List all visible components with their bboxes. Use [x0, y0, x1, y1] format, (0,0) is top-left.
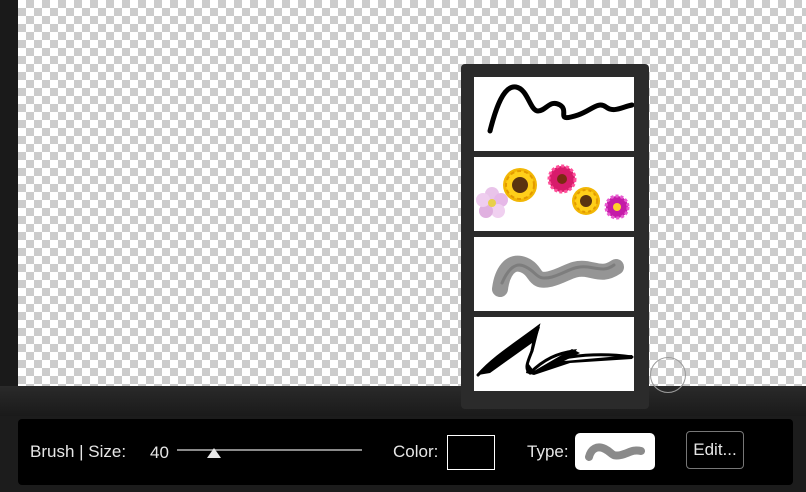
drawing-canvas[interactable] — [18, 0, 806, 386]
brush-size-value: 40 — [150, 443, 169, 462]
brush-cursor — [650, 357, 686, 393]
brush-type-picker — [461, 64, 649, 409]
flower-stamp-preview-icon — [476, 164, 630, 220]
color-label: Color: — [393, 442, 439, 461]
calligraphy-preview-icon — [476, 323, 634, 377]
brush-option-calligraphy[interactable] — [474, 317, 634, 391]
canvas-bottom-divider — [0, 386, 806, 416]
soft-gray-preview-icon — [492, 255, 624, 297]
brush-size-slider-thumb[interactable] — [207, 448, 221, 458]
color-swatch[interactable] — [447, 435, 495, 470]
edit-button[interactable]: Edit... — [686, 431, 744, 469]
left-margin — [0, 0, 18, 386]
brush-size-label: Brush | Size: — [30, 442, 127, 461]
brush-toolbar: Brush | Size: 40 Color: Type: Edit... — [18, 419, 793, 485]
brush-option-flower-stamp[interactable] — [474, 157, 634, 231]
soft-gray-preview-icon — [585, 443, 645, 461]
brush-option-soft-gray[interactable] — [474, 237, 634, 311]
brush-size-slider[interactable] — [177, 449, 362, 451]
solid-stroke-preview-icon — [487, 84, 634, 134]
type-label: Type: — [527, 442, 569, 461]
brush-option-solid-stroke[interactable] — [474, 77, 634, 151]
brush-type-button[interactable] — [575, 433, 655, 470]
